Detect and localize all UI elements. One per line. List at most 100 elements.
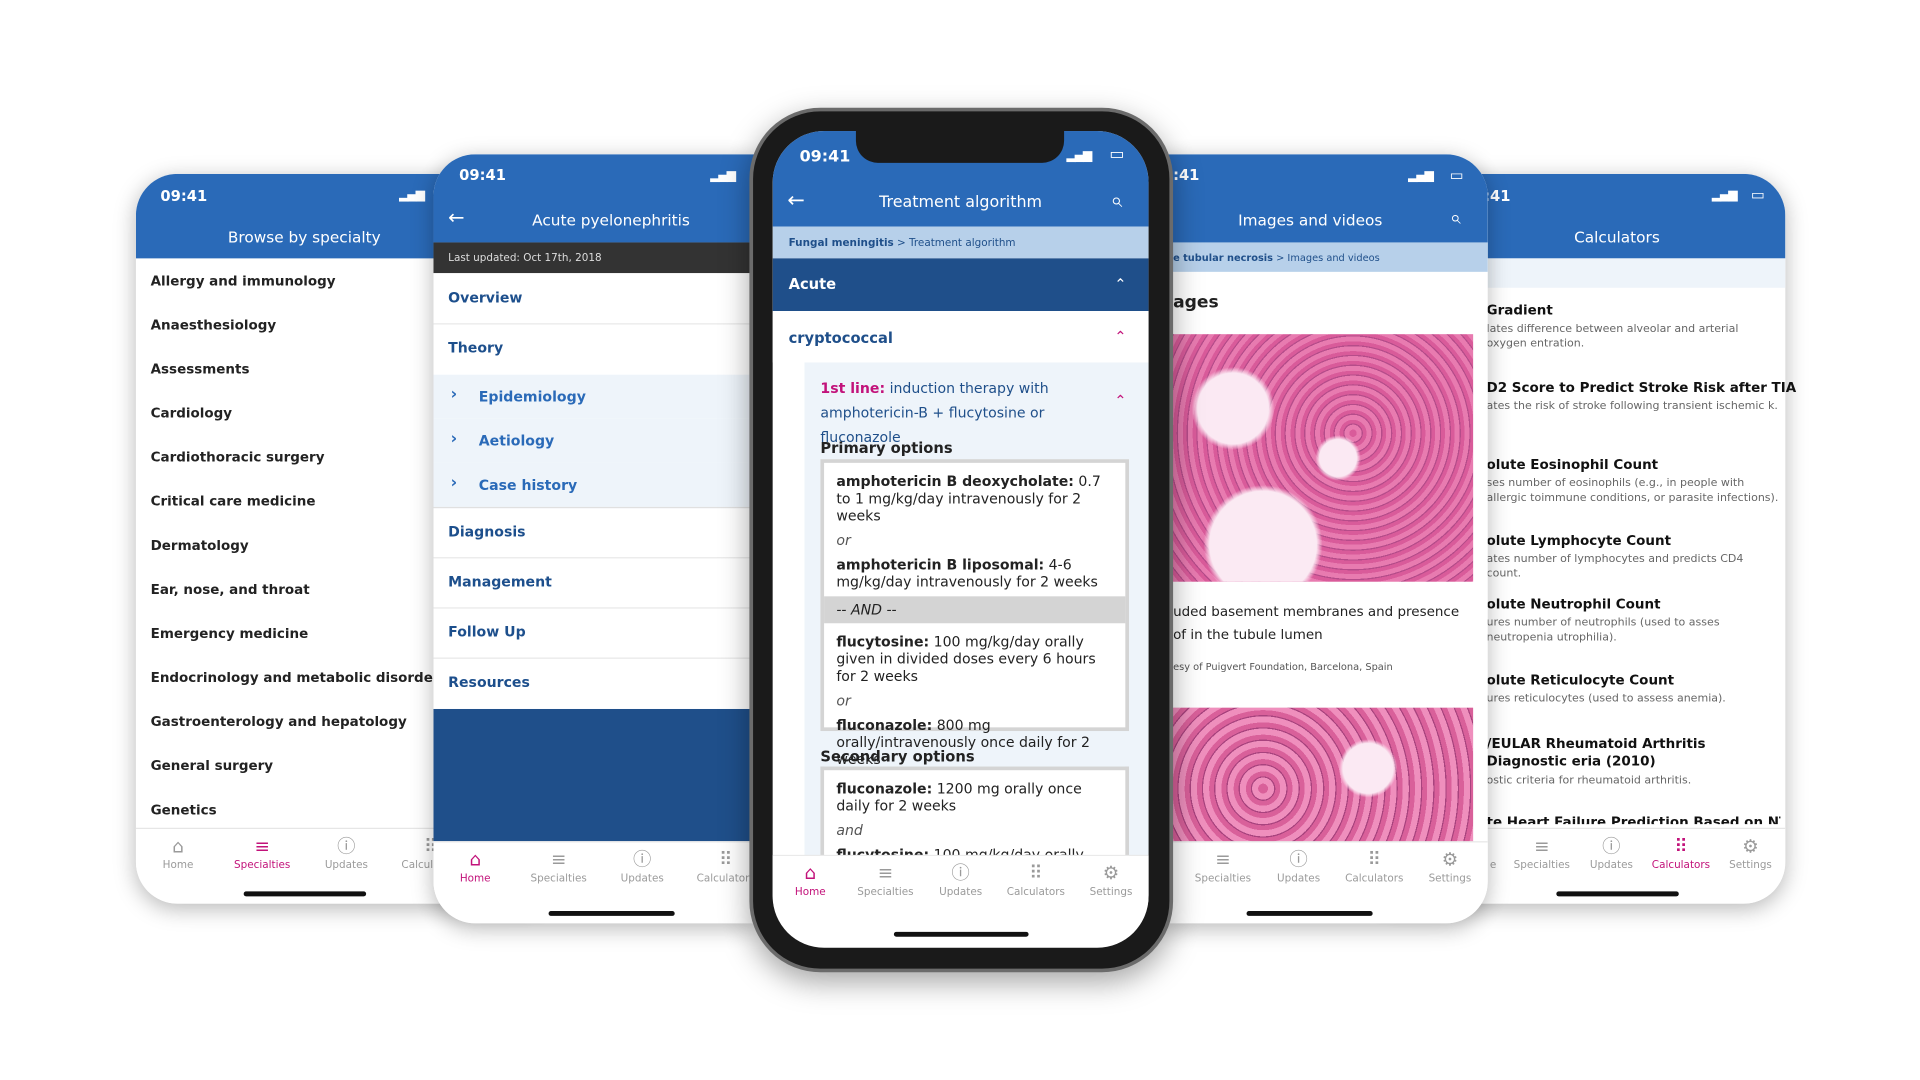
specialty-list-item[interactable]: Assessments [151,361,250,377]
status-time: 09:41 [459,166,506,184]
specialty-list-item[interactable]: Allergy and immunology [151,273,336,289]
or-label: or [836,691,851,709]
keypad-icon: ⠿ [1674,835,1688,858]
specialty-list-item[interactable]: Critical care medicine [151,493,316,509]
drug-name: fluconazole: [836,780,933,798]
chevron-right-icon: › [450,429,458,449]
calculator-description: ostic criteria for rheumatoid arthritis. [1486,775,1692,788]
subsection-epidemiology[interactable]: › Epidemiology [433,374,755,419]
tab-settings[interactable]: ⚙ Settings [1073,856,1148,948]
specialty-list-item[interactable]: Gastroenterology and hepatology [151,714,407,730]
page-title: Acute pyelonephritis [532,210,690,229]
line-label: 1st line: [820,379,886,397]
home-indicator [243,891,367,897]
calculator-list-item[interactable]: te Heart Failure Prediction Based on NT [1487,814,1781,824]
section-acute[interactable]: Acute ⌃ [772,258,1149,312]
search-icon[interactable]: ⌕ [1450,206,1461,230]
page-title: Images and videos [1238,210,1383,229]
list-icon: ≡ [1534,835,1550,858]
secondary-options-box: fluconazole: 1200 mg orally once daily f… [820,766,1129,858]
specialty-list-item[interactable]: Cardiology [151,405,232,421]
calculator-list-item[interactable]: Gradient lates difference between alveola… [1487,302,1781,351]
tab-settings[interactable]: ⚙ Settings [1412,842,1488,923]
tab-label: Specialties [234,859,291,872]
calculator-title: olute Lymphocyte Count [1486,532,1672,549]
subsection-label: Aetiology [478,432,555,450]
calculator-title: te Heart Failure Prediction Based on NT [1486,814,1781,825]
list-icon: ≡ [1215,848,1231,871]
specialty-list-item[interactable]: Cardiothoracic surgery [151,449,325,465]
back-icon[interactable]: ← [448,206,464,229]
tab-label: Updates [1277,873,1321,886]
drug-name: amphotericin B deoxycholate: [836,472,1074,490]
image-caption: uded basement membranes and presence of … [1173,603,1460,643]
tab-home[interactable]: ⌂ Home [773,856,848,948]
calculator-description: ures number of neutrophils (used to asse… [1486,617,1720,645]
page-title: Browse by specialty [227,227,381,247]
specialty-list-item[interactable]: Emergency medicine [151,626,309,642]
tab-label: Home [459,873,491,886]
drug-name: amphotericin B liposomal: [836,555,1045,574]
breadcrumb: e tubular necrosis > Images and videos [1163,242,1488,272]
primary-options-box: amphotericin B deoxycholate: 0.7 to 1 mg… [820,459,1129,768]
tab-label: Settings [1428,873,1472,886]
section-overview[interactable]: Overview [433,274,755,325]
phone-images-videos: :41 ▂▄▆ ▭ Images and videos ⌕ e tubular … [1163,154,1488,924]
breadcrumb-parent[interactable]: e tubular necrosis [1173,252,1273,263]
keypad-icon: ⠿ [1029,862,1043,885]
subsection-aetiology[interactable]: › Aetiology [433,418,755,463]
gear-icon: ⚙ [1102,862,1120,885]
calculator-list-item[interactable]: olute Lymphocyte Count ates number of lym… [1487,533,1781,582]
and-label: -- AND -- [836,601,897,619]
section-follow-up[interactable]: Follow Up [433,609,755,659]
section-resources[interactable]: Resources [433,659,754,708]
search-icon[interactable]: ⌕ [1111,189,1123,213]
calculator-description: ses number of eosinophils (e.g., in peop… [1486,477,1779,505]
breadcrumb-parent[interactable]: Fungal meningitis [789,238,894,250]
calculator-list-item[interactable]: /EULAR Rheumatoid Arthritis Diagnostic e… [1487,736,1781,789]
specialty-list-item[interactable]: Endocrinology and metabolic disorders [151,670,448,686]
section-diagnosis[interactable]: Diagnosis [433,508,755,559]
specialty-list-item[interactable]: Genetics [151,802,217,818]
tab-calculators[interactable]: ⠿ Calculators [684,842,755,923]
chevron-right-icon: › [450,385,458,405]
treatment-line[interactable]: 1st line: induction therapy with amphote… [820,376,1109,449]
home-icon: ⌂ [804,862,817,885]
calculator-list-item[interactable]: olute Reticulocyte Count ures reticulocyt… [1487,672,1781,706]
tab-label: Updates [324,859,368,872]
specialty-list-item[interactable]: Ear, nose, and throat [151,582,310,598]
home-icon: ⌂ [469,848,482,871]
status-time: :41 [1484,187,1511,205]
status-time: 09:41 [160,187,208,205]
specialty-list-item[interactable]: General surgery [151,758,273,774]
histology-image-2[interactable] [1173,707,1474,843]
subsection-cryptococcal[interactable]: cryptococcal ⌃ [772,311,1149,363]
section-label: Resources [448,673,530,691]
section-label: Overview [448,288,523,307]
tab-label: Calculators [1345,873,1404,886]
section-management[interactable]: Management [433,558,755,609]
back-icon[interactable]: ← [787,189,804,213]
battery-icon: ▭ [1449,166,1464,184]
tab-home[interactable]: ⌂ Home [433,842,516,923]
gear-icon: ⚙ [1441,848,1459,871]
subsection-label: Case history [478,476,578,494]
specialty-list-item[interactable]: Anaesthesiology [151,317,277,333]
calculator-list-item[interactable]: olute Neutrophil Count ures number of neu… [1487,596,1781,645]
gear-icon: ⚙ [1742,835,1759,858]
section-label: Theory [448,339,504,357]
tab-settings[interactable]: ⚙ Settings [1716,829,1786,904]
tab-label: Updates [939,886,983,899]
section-theory[interactable]: Theory [433,324,754,373]
calculator-list-item[interactable]: D2 Score to Predict Stroke Risk after TI… [1487,380,1797,414]
home-indicator [893,931,1029,937]
tab-home[interactable]: ⌂ Home [136,829,220,904]
phone-topic-overview: 09:41 ▂▄▆ ← Acute pyelonephritis Last up… [433,154,755,924]
subsection-case-history[interactable]: › Case history [433,462,755,509]
calculator-list-item[interactable]: olute Eosinophil Count ses number of eosi… [1487,457,1781,506]
section-label: Diagnosis [448,522,526,541]
battery-icon: ▭ [1751,186,1765,204]
specialty-list-item[interactable]: Dermatology [151,538,249,554]
or-label: or [836,531,851,549]
histology-image-1[interactable] [1173,334,1474,582]
